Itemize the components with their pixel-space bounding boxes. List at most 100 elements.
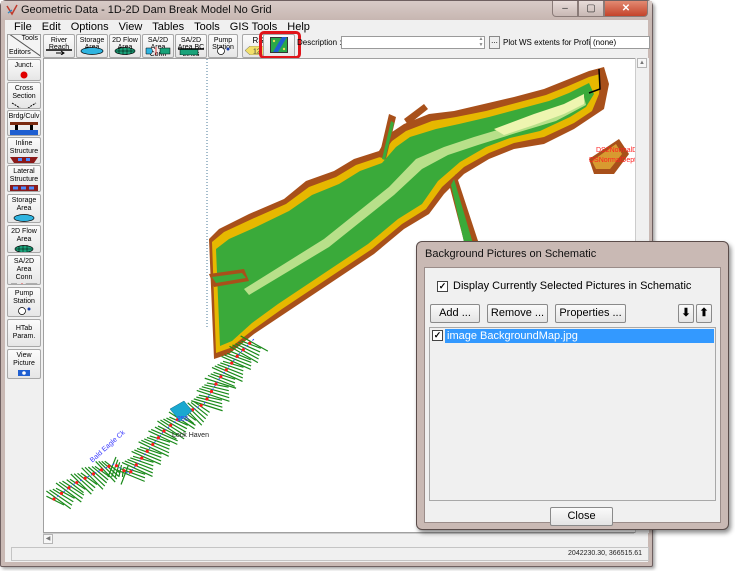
storage-area-button[interactable]: Storage Area xyxy=(76,34,108,58)
menu-file[interactable]: File xyxy=(9,20,37,34)
river-station-point xyxy=(67,486,71,490)
junction-icon xyxy=(20,71,28,79)
2d-flow-area-icon xyxy=(14,245,34,252)
sa-2d-conn-button[interactable]: SA/2D Area Conn xyxy=(142,34,174,58)
pump-station-button[interactable]: Pump Station xyxy=(208,34,238,58)
properties-button[interactable]: Properties ... xyxy=(555,304,626,323)
pump-station-icon xyxy=(18,307,31,315)
picture-visible-checkbox[interactable]: ✓ xyxy=(432,330,443,341)
river-station-point xyxy=(230,361,234,365)
river-station-point xyxy=(114,464,119,468)
bc-lines-icon xyxy=(178,48,204,55)
menu-view[interactable]: View xyxy=(114,20,148,34)
palette-junction[interactable]: Junct. xyxy=(7,59,41,81)
bridge-culvert-icon xyxy=(10,122,38,135)
river-station-point xyxy=(59,491,64,495)
lateral-structure-icon xyxy=(10,185,38,191)
bc-lines-button[interactable]: SA/2D Area BC Lines xyxy=(175,34,207,58)
editors-label: Editors xyxy=(9,49,31,56)
menu-edit[interactable]: Edit xyxy=(37,20,66,34)
palette-sa-2d-conn[interactable]: SA/2D Area Conn xyxy=(7,255,41,285)
plot-ws-profile-select[interactable]: (none) xyxy=(590,36,650,49)
river-station-point xyxy=(151,442,155,447)
tools-editors-corner: Tools Editors xyxy=(7,34,41,58)
menu-tools[interactable]: Tools xyxy=(189,20,225,34)
river-station-point xyxy=(145,449,149,453)
cross-section-icon xyxy=(11,102,37,108)
status-bar: 2042230.30, 366515.61 xyxy=(11,547,649,561)
dialog-body: ✓ Display Currently Selected Pictures in… xyxy=(424,267,721,526)
river-station-point xyxy=(107,464,111,468)
river-station-point xyxy=(140,456,144,460)
pictures-list[interactable]: ✓ image BackgroundMap.jpg xyxy=(429,327,716,501)
storage-area-label: 255 xyxy=(177,416,189,423)
menu-bar: File Edit Options View Tables Tools GIS … xyxy=(5,20,648,34)
river-station-point xyxy=(91,472,96,476)
add-picture-button[interactable]: Add ... xyxy=(430,304,480,323)
pump-station-icon xyxy=(217,47,230,55)
river-reach-button[interactable]: River Reach xyxy=(43,34,75,58)
palette-view-picture[interactable]: View Picture xyxy=(7,349,41,379)
title-bar[interactable]: Geometric Data - 1D-2D Dam Break Model N… xyxy=(1,1,652,20)
toolbar: Tools Editors River Reach Storage Area 2… xyxy=(5,31,650,59)
sa-2d-conn-icon xyxy=(145,47,171,55)
storage-area-icon xyxy=(80,47,104,55)
bc-label-dsnormal: DSNormalDept xyxy=(589,157,637,164)
app-icon xyxy=(6,4,18,16)
river-station-point xyxy=(248,341,252,345)
palette-2d-flow-area[interactable]: 2D Flow Area xyxy=(7,225,41,253)
river-station-point xyxy=(199,403,203,408)
horizontal-scrollbar[interactable]: ◀ xyxy=(43,533,634,544)
storage-area-icon xyxy=(13,214,35,222)
move-up-button[interactable]: ⬆ xyxy=(696,304,712,323)
river-station-point xyxy=(224,368,228,372)
view-picture-icon xyxy=(18,370,30,376)
inline-structure-icon xyxy=(10,157,38,163)
list-item[interactable]: ✓ image BackgroundMap.jpg xyxy=(431,329,714,343)
palette-storage-area[interactable]: Storage Area xyxy=(7,194,41,223)
river-station-point xyxy=(134,463,138,467)
river-station-point xyxy=(83,476,87,480)
tools-label: Tools xyxy=(21,35,38,42)
maximize-button[interactable]: ▢ xyxy=(578,1,604,17)
river-station-point xyxy=(75,480,79,485)
river-station-point xyxy=(241,348,245,352)
town-label: Lock Haven xyxy=(172,432,209,439)
window-title: Geometric Data - 1D-2D Dam Break Model N… xyxy=(21,4,272,16)
bc-label-ds2normal: DS2NormalD xyxy=(596,147,638,154)
menu-options[interactable]: Options xyxy=(66,20,114,34)
menu-tables[interactable]: Tables xyxy=(147,20,189,34)
river-station-point xyxy=(169,423,173,427)
display-pictures-checkbox[interactable]: ✓ xyxy=(437,281,448,292)
river-station-point xyxy=(235,354,239,358)
picture-name: image BackgroundMap.jpg xyxy=(445,329,714,343)
close-window-button[interactable]: ✕ xyxy=(604,1,648,17)
display-pictures-label: Display Currently Selected Pictures in S… xyxy=(453,280,692,292)
palette-pump-station[interactable]: Pump Station xyxy=(7,287,41,317)
palette-bridge-culvert[interactable]: Brdg/Culv xyxy=(7,110,41,136)
river-station-point xyxy=(156,436,160,440)
description-spinner[interactable]: ▲ ▼ xyxy=(477,36,485,49)
river-station-point xyxy=(52,497,56,501)
move-down-button[interactable]: ⬇ xyxy=(678,304,694,323)
scroll-up-arrow[interactable]: ▲ xyxy=(637,58,647,68)
sa-2d-conn-icon xyxy=(10,283,38,284)
close-dialog-button[interactable]: Close xyxy=(550,507,613,526)
remove-picture-button[interactable]: Remove ... xyxy=(487,304,548,323)
palette-inline-structure[interactable]: Inline Structure xyxy=(7,137,41,164)
minimize-button[interactable]: – xyxy=(552,1,578,17)
description-input[interactable] xyxy=(341,36,485,49)
cross-section-line xyxy=(204,384,229,392)
palette-lateral-structure[interactable]: Lateral Structure xyxy=(7,165,41,192)
highlight-box xyxy=(259,31,301,59)
2d-flow-area-button[interactable]: 2D Flow Area xyxy=(109,34,141,58)
river-reach-icon xyxy=(46,49,72,55)
cross-sections xyxy=(46,335,269,510)
scroll-left-arrow[interactable]: ◀ xyxy=(43,534,53,544)
palette-cross-section[interactable]: Cross Section xyxy=(7,82,41,109)
description-dots-button[interactable]: ... xyxy=(489,36,500,49)
dialog-title: Background Pictures on Schematic xyxy=(425,248,597,260)
editor-palette: Junct. Cross Section Brdg/Culv Inline St… xyxy=(7,59,41,399)
palette-htab-param[interactable]: HTab Param. xyxy=(7,319,41,347)
2d-flow-area-icon xyxy=(114,47,136,55)
